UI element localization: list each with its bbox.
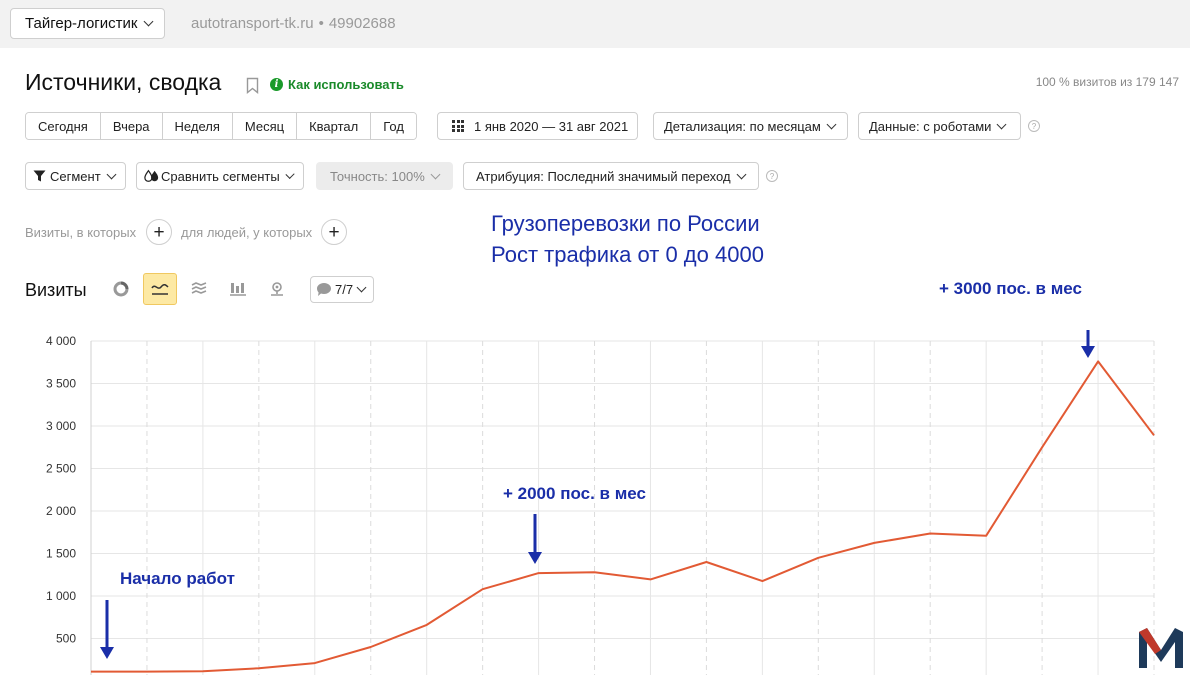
period-week-button[interactable]: Неделя: [162, 113, 233, 139]
chart-title: Визиты: [25, 280, 87, 300]
period-yesterday-button[interactable]: Вчера: [100, 113, 163, 139]
y-tick-label: 3 500: [46, 377, 76, 391]
help-question-icon[interactable]: ?: [1028, 120, 1040, 132]
compare-segments-dropdown[interactable]: Сравнить сегменты: [136, 162, 304, 190]
chevron-down-icon: [106, 169, 117, 179]
y-tick-label: 3 000: [46, 419, 76, 433]
counter-selector[interactable]: Тайгер-логистик: [10, 8, 166, 39]
date-range-button[interactable]: 1 янв 2020 — 31 авг 2021: [437, 112, 638, 140]
site-info: autotransport-tk.ru • 49902688: [191, 15, 396, 32]
add-people-filter-button[interactable]: +: [321, 219, 347, 245]
plus-icon: +: [153, 221, 165, 243]
period-quarter-button[interactable]: Квартал: [297, 113, 372, 139]
visits-filter-label: Визиты, в которых: [25, 225, 137, 240]
period-selector: Сегодня Вчера Неделя Месяц Квартал Год: [25, 112, 417, 140]
arrow-start-head: [100, 647, 114, 659]
chevron-down-icon: [144, 16, 154, 27]
chevron-down-icon: [430, 169, 441, 179]
overlay-headline-1: Грузоперевозки по России: [491, 211, 760, 236]
help-question-icon[interactable]: ?: [766, 170, 778, 182]
detail-dropdown[interactable]: Детализация: по месяцам: [653, 112, 848, 140]
y-tick-label: 500: [56, 632, 76, 646]
y-tick-label: 1 000: [46, 589, 76, 603]
info-icon: i: [270, 78, 283, 91]
map-icon[interactable]: [260, 273, 294, 305]
site-domain: autotransport-tk.ru: [191, 15, 314, 32]
y-tick-label: 4 000: [46, 334, 76, 348]
chevron-down-icon: [285, 169, 295, 179]
separator-dot: •: [318, 15, 324, 32]
help-link[interactable]: i Как использовать: [270, 77, 404, 92]
data-mode-dropdown[interactable]: Данные: с роботами: [858, 112, 1021, 140]
annotation-peak: + 3000 пос. в мес: [939, 279, 1082, 298]
series-count: 7/7: [335, 282, 354, 297]
arrow-peak-head: [1081, 346, 1095, 358]
segment-dropdown[interactable]: Сегмент: [25, 162, 126, 190]
annotation-mid: + 2000 пос. в мес: [503, 484, 646, 503]
accuracy-label: Точность: 100%: [330, 168, 425, 184]
y-tick-label: 2 000: [46, 504, 76, 518]
column-chart-icon[interactable]: [221, 273, 255, 305]
chevron-down-icon: [826, 119, 837, 129]
accuracy-dropdown[interactable]: Точность: 100%: [316, 162, 453, 190]
y-tick-label: 1 500: [46, 547, 76, 561]
pie-chart-icon[interactable]: [104, 273, 138, 305]
line-chart-icon[interactable]: [143, 273, 177, 305]
add-visit-filter-button[interactable]: +: [146, 219, 172, 245]
chevron-down-icon: [736, 169, 747, 179]
people-filter-label: для людей, у которых: [181, 225, 313, 240]
counter-id: 49902688: [328, 15, 396, 32]
plus-icon: +: [328, 221, 340, 243]
attribution-label: Атрибуция: Последний значимый переход: [476, 168, 731, 184]
date-range-label: 1 янв 2020 — 31 авг 2021: [474, 118, 629, 134]
bookmark-icon[interactable]: [246, 77, 259, 94]
detail-label: Детализация: по месяцам: [664, 118, 821, 134]
chevron-down-icon: [996, 119, 1007, 129]
series-selector[interactable]: 7/7: [310, 276, 375, 303]
filter-icon: [33, 170, 46, 182]
period-today-button[interactable]: Сегодня: [26, 113, 101, 139]
y-tick-label: 2 500: [46, 462, 76, 476]
period-year-button[interactable]: Год: [371, 113, 416, 139]
segment-label: Сегмент: [50, 168, 101, 184]
annotation-start: Начало работ: [120, 569, 235, 588]
compare-drops-icon: [144, 169, 159, 182]
data-mode-label: Данные: с роботами: [869, 118, 992, 134]
area-chart-icon[interactable]: [182, 273, 216, 305]
arrow-mid-head: [528, 552, 542, 564]
attribution-dropdown[interactable]: Атрибуция: Последний значимый переход: [463, 162, 759, 190]
period-month-button[interactable]: Месяц: [232, 113, 298, 139]
visits-share: 100 % визитов из 179 147: [1035, 75, 1179, 89]
top-bar: Тайгер-логистик autotransport-tk.ru • 4990…: [0, 0, 1190, 48]
compare-segments-label: Сравнить сегменты: [161, 168, 280, 184]
chevron-down-icon: [356, 282, 367, 293]
page-title: Источники, сводка: [25, 69, 222, 95]
brand-logo: [1139, 628, 1183, 668]
overlay-headline-2: Рост трафика от 0 до 4000: [491, 242, 764, 267]
help-link-label: Как использовать: [288, 77, 404, 92]
calendar-icon: [452, 120, 464, 132]
series-line: [91, 360, 1155, 673]
counter-name: Тайгер-логистик: [25, 15, 138, 32]
comment-icon: [317, 283, 331, 296]
